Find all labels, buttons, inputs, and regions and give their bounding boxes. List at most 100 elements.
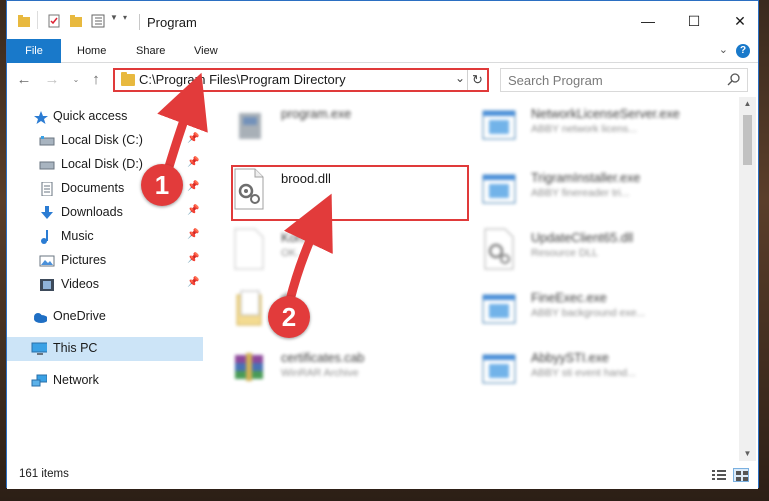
scroll-down-icon[interactable]: ▼ — [739, 447, 756, 461]
navigation-bar: ← → ⌄ ↑ C:\Program Files\Program Directo… — [7, 63, 758, 97]
file-name: UpdateClient65.dll — [531, 231, 634, 245]
customize-qa-icon[interactable]: ▾ — [123, 13, 127, 22]
sidebar-item-local-disk-c[interactable]: Local Disk (C:) 📌 — [7, 129, 203, 153]
file-name: AbbyySTI.exe — [531, 351, 609, 365]
title-separator — [139, 14, 140, 30]
properties-icon[interactable] — [47, 14, 61, 28]
pictures-icon — [39, 255, 55, 267]
sidebar-item-quick-access[interactable]: Quick access — [7, 105, 203, 129]
pin-icon[interactable]: 📌 — [187, 181, 199, 192]
file-item[interactable]: TrigramInstaller.exe ABBY finereader tri… — [457, 161, 707, 221]
minimize-button[interactable]: — — [637, 10, 659, 32]
tab-home[interactable]: Home — [67, 39, 116, 63]
pin-icon[interactable]: 📌 — [187, 253, 199, 264]
sidebar-item-label: Videos — [61, 277, 99, 291]
search-icon[interactable] — [727, 72, 741, 86]
recent-locations-icon[interactable]: ⌄ — [67, 70, 85, 90]
blank-file-icon — [234, 228, 264, 270]
file-name: TrigramInstaller.exe — [531, 171, 641, 185]
file-name: certificates.cab — [281, 351, 365, 365]
file-item[interactable]: AbbyySTI.exe ABBY sti event hand... — [457, 341, 707, 401]
winrar-icon — [235, 353, 263, 381]
videos-icon — [40, 279, 54, 291]
sidebar-item-label: OneDrive — [53, 309, 106, 323]
forward-arrow-icon[interactable]: → — [43, 70, 61, 90]
status-bar: 161 items — [7, 461, 758, 489]
highlight-box — [231, 165, 469, 221]
address-path[interactable]: C:\Program Files\Program Directory — [139, 72, 346, 87]
file-desc: ABBY network licens... — [531, 123, 638, 135]
sidebar-item-this-pc[interactable]: This PC — [7, 337, 203, 361]
vertical-scrollbar[interactable]: ▲ ▼ — [739, 97, 756, 461]
folder-icon — [18, 15, 30, 27]
tab-share[interactable]: Share — [126, 39, 175, 63]
file-list: program.exe NetworkLicenseServer.exe ABB… — [207, 97, 739, 461]
view-icon[interactable] — [91, 14, 107, 28]
file-item[interactable]: d... — [207, 281, 457, 341]
app-window-icon — [482, 294, 516, 324]
file-item[interactable]: Kon...jk OK... — [207, 221, 457, 281]
file-name: Kon...jk — [281, 231, 323, 245]
sidebar-item-label: Quick access — [53, 109, 128, 123]
pin-icon[interactable]: 📌 — [187, 229, 199, 240]
scroll-thumb[interactable] — [743, 115, 752, 165]
new-folder-icon[interactable] — [69, 14, 83, 28]
address-bar[interactable]: C:\Program Files\Program Directory ⌄ ↻ — [113, 68, 489, 92]
file-desc: WinRAR Archive — [281, 367, 359, 379]
ribbon: File Home Share View ⌄ ? — [7, 39, 758, 99]
pin-icon[interactable]: 📌 — [187, 157, 199, 168]
sidebar-item-downloads[interactable]: Downloads 📌 — [7, 201, 203, 225]
address-dropdown-icon[interactable]: ⌄ — [455, 71, 465, 85]
file-item[interactable]: NetworkLicenseServer.exe ABBY network li… — [457, 97, 707, 157]
pin-icon[interactable]: 📌 — [187, 205, 199, 216]
sidebar-item-label: Local Disk (C:) — [61, 133, 143, 147]
search-input[interactable]: Search Program — [500, 68, 748, 92]
search-placeholder: Search Program — [508, 73, 603, 88]
sidebar-item-network[interactable]: Network — [7, 369, 203, 393]
file-desc: ABBY sti event hand... — [531, 367, 636, 379]
step-1-badge: 1 — [141, 164, 183, 206]
app-window-icon — [482, 174, 516, 204]
file-item[interactable]: program.exe — [207, 97, 457, 157]
sidebar-item-onedrive[interactable]: OneDrive — [7, 305, 203, 329]
file-desc: OK... — [281, 247, 305, 259]
network-icon — [31, 374, 47, 387]
sidebar-item-videos[interactable]: Videos 📌 — [7, 273, 203, 297]
details-view-icon[interactable] — [711, 468, 727, 482]
pin-icon[interactable]: 📌 — [187, 133, 199, 144]
refresh-icon[interactable]: ↻ — [467, 70, 487, 90]
address-folder-icon — [121, 72, 135, 86]
title-bar: ▼ ▾ Program — ☐ ✕ — [7, 1, 758, 39]
ribbon-expand-icon[interactable]: ⌄ — [719, 43, 728, 56]
drive-icon — [39, 136, 55, 146]
file-item[interactable]: certificates.cab WinRAR Archive — [207, 341, 457, 401]
step-2-badge: 2 — [268, 296, 310, 338]
close-button[interactable]: ✕ — [729, 10, 751, 32]
onedrive-icon — [34, 313, 47, 323]
window-title: Program — [147, 15, 197, 30]
large-icons-view-icon[interactable] — [733, 468, 749, 482]
sidebar-item-music[interactable]: Music 📌 — [7, 225, 203, 249]
sidebar-item-label: Music — [61, 229, 94, 243]
music-icon — [41, 230, 48, 244]
sidebar-item-label: Documents — [61, 181, 125, 195]
file-name: NetworkLicenseServer.exe — [531, 107, 680, 121]
drive-icon — [39, 161, 55, 170]
file-item[interactable]: FineExec.exe ABBY background exe... — [457, 281, 707, 341]
qa-dropdown-icon[interactable]: ▼ — [110, 13, 118, 22]
help-icon[interactable]: ? — [736, 44, 750, 58]
app-window-icon — [482, 354, 516, 384]
file-desc: ABBY finereader tri... — [531, 187, 630, 199]
file-item[interactable]: UpdateClient65.dll Resource DLL — [457, 221, 707, 281]
tab-view[interactable]: View — [184, 39, 228, 63]
back-arrow-icon[interactable]: ← — [15, 70, 33, 90]
pin-icon[interactable]: 📌 — [187, 277, 199, 288]
sidebar-item-label: This PC — [53, 341, 98, 355]
this-pc-icon — [31, 342, 47, 355]
maximize-button[interactable]: ☐ — [683, 10, 705, 32]
documents-icon — [41, 182, 53, 196]
sidebar-item-pictures[interactable]: Pictures 📌 — [7, 249, 203, 273]
up-arrow-icon[interactable]: ↑ — [87, 70, 105, 90]
sidebar-item-label: Network — [53, 373, 99, 387]
scroll-up-icon[interactable]: ▲ — [739, 97, 756, 111]
